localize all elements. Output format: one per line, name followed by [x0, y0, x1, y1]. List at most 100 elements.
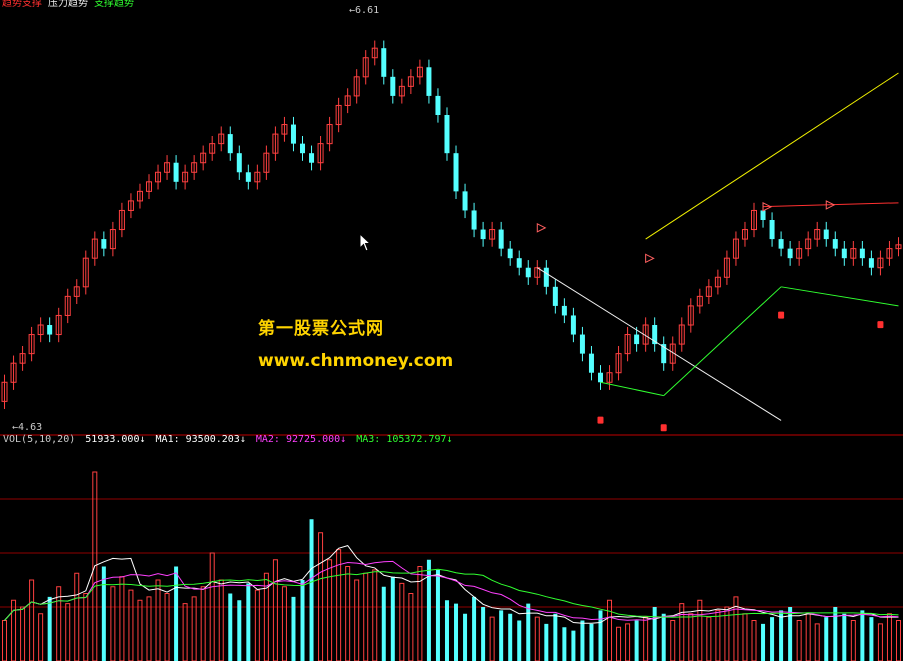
- volume-bar: [805, 613, 811, 661]
- volume-bar: [228, 593, 233, 661]
- support-trend-label: 支撑趋势: [94, 0, 135, 9]
- candle-body: [47, 325, 53, 335]
- candle: [525, 260, 531, 285]
- candle: [850, 241, 857, 266]
- volume-bar: [29, 579, 35, 661]
- volume-bar: [526, 603, 531, 661]
- candle-body: [471, 210, 477, 230]
- candle: [687, 298, 694, 333]
- candle-body: [480, 229, 486, 240]
- volume-bar: [508, 613, 513, 661]
- candle-body: [227, 134, 233, 154]
- candle-body: [309, 153, 315, 163]
- volume-bar: [634, 620, 639, 661]
- pressure-trend-line: [537, 267, 782, 421]
- candle: [200, 145, 207, 171]
- candle: [281, 116, 288, 142]
- volume-bar: [191, 596, 197, 661]
- volume-bar: [74, 572, 80, 661]
- pressure-trend-label: 压力趋势: [48, 0, 89, 9]
- volume-bar: [137, 599, 143, 661]
- volume-bar: [571, 630, 576, 661]
- volume-bar: [489, 616, 495, 661]
- volume-bar: [670, 620, 676, 661]
- candle: [19, 346, 26, 371]
- ma2-line: [4, 560, 899, 621]
- volume-bar: [463, 613, 468, 661]
- candle: [606, 365, 613, 390]
- candle: [136, 183, 143, 209]
- candle: [127, 193, 134, 219]
- volume-bar: [83, 593, 89, 661]
- sell-marker-icon: [778, 311, 785, 319]
- volume-bar: [218, 579, 224, 661]
- volume-ma-lines: [4, 545, 899, 624]
- candle: [344, 88, 351, 114]
- volume-bar: [796, 620, 802, 661]
- volume-bar: [237, 600, 242, 661]
- volume-bar: [119, 576, 125, 661]
- volume-bar: [309, 519, 314, 661]
- candle: [597, 365, 603, 390]
- candle: [534, 260, 541, 285]
- volume-bar: [399, 582, 405, 661]
- volume-bar: [824, 617, 829, 661]
- volume-bar: [318, 532, 324, 661]
- support-line-3: [781, 286, 899, 307]
- signal-flag-icon: [645, 253, 655, 264]
- trend-support-label: 趋势支撑: [2, 0, 42, 9]
- candle: [705, 279, 712, 304]
- candle: [462, 183, 468, 219]
- candle: [227, 126, 233, 161]
- volume-bar: [643, 616, 649, 661]
- volume-bar: [246, 583, 251, 661]
- candle: [236, 145, 242, 180]
- candle: [615, 346, 622, 381]
- volume-bar: [770, 617, 775, 661]
- volume-bar: [354, 579, 360, 661]
- candle-body: [597, 372, 603, 383]
- volume-bar: [589, 623, 594, 661]
- volume-bar: [544, 623, 549, 661]
- volume-bar: [761, 623, 766, 661]
- watermark-title: 第一股票公式网: [258, 319, 384, 339]
- candle: [155, 164, 162, 190]
- candle: [254, 164, 261, 190]
- candle: [570, 307, 576, 343]
- candle: [245, 164, 251, 190]
- volume-bar: [814, 623, 820, 661]
- volume-value: 51933.000↓: [85, 434, 146, 445]
- volume-bar: [697, 599, 703, 661]
- volume-bar: [869, 617, 874, 661]
- candle: [769, 212, 775, 247]
- candle: [209, 136, 216, 161]
- candle: [778, 231, 784, 257]
- candle-body: [516, 258, 522, 268]
- watermark-url: www.chnmoney.com: [258, 351, 454, 371]
- candle: [823, 221, 829, 247]
- ma2-value: MA2: 92725.000↓: [255, 434, 347, 445]
- volume-bar: [390, 576, 395, 661]
- candle: [741, 221, 748, 247]
- candle-body: [832, 239, 838, 249]
- volume-bar: [408, 593, 414, 661]
- candle: [416, 59, 423, 85]
- candle: [28, 326, 35, 362]
- candle: [588, 346, 594, 381]
- candle: [796, 241, 803, 266]
- candle: [435, 88, 441, 123]
- candle: [362, 50, 369, 85]
- sell-marker-icon: [660, 424, 667, 432]
- candle-body: [101, 239, 107, 249]
- candle-body: [525, 267, 531, 278]
- candle: [37, 317, 44, 343]
- signal-flag-icon: [536, 223, 547, 233]
- volume-bar: [688, 613, 694, 661]
- candle: [371, 40, 378, 66]
- candle-body: [498, 229, 504, 249]
- candle: [652, 317, 658, 352]
- candle: [272, 126, 279, 161]
- ma1-value: MA1: 93500.203↓: [155, 434, 246, 445]
- volume-panel: [2, 471, 901, 661]
- candle: [73, 279, 80, 304]
